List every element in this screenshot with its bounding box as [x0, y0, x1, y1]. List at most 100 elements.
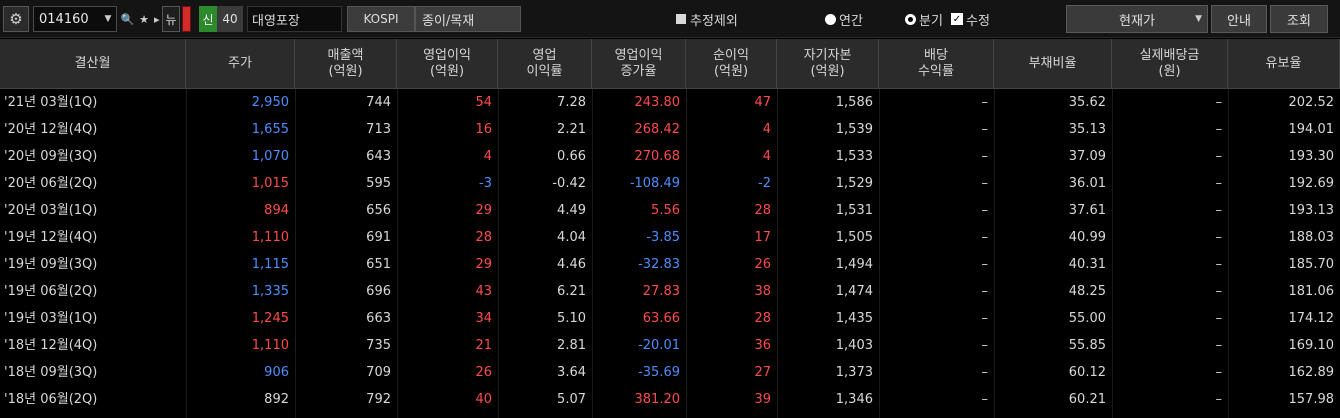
toolbar: ⚙ 014160 ▼ 🔍 ★ ▸ 뉴 신 40 대영포장 KOSPI 종이/목재… [0, 0, 1340, 38]
column-header: 매출액 (억원) [295, 39, 397, 89]
cell-ni: 26 [754, 257, 771, 272]
cell-debt: 35.13 [1068, 122, 1106, 137]
news-button[interactable]: 뉴 [162, 6, 180, 32]
table-row[interactable]: '19년 09월(3Q) 1,115 651 29 4.46 -32.83 26 1,494 –… [0, 251, 1340, 278]
settings-button[interactable]: ⚙ [3, 6, 29, 32]
quarterly-radio[interactable]: 분기 [905, 11, 943, 29]
cell-op: 29 [475, 203, 492, 218]
table-row[interactable]: '19년 12월(4Q) 1,110 691 28 4.04 -3.85 17 1,505 – 4… [0, 224, 1340, 251]
cell-op: 26 [475, 365, 492, 380]
cell-equity: 1,531 [835, 203, 873, 218]
cell-debt: 48.25 [1068, 284, 1106, 299]
cell-ni: 47 [754, 95, 771, 110]
cell-op: 21 [475, 338, 492, 353]
column-divider [1228, 89, 1229, 418]
cell-div-yield: – [981, 122, 989, 137]
cell-opg: 243.80 [634, 95, 681, 110]
adjusted-label: 수정 [966, 13, 990, 29]
cell-opm: 4.46 [557, 257, 586, 272]
table-row[interactable]: '19년 06월(2Q) 1,335 696 43 6.21 27.83 38 1,474 – 4… [0, 278, 1340, 305]
table-row[interactable]: '20년 09월(3Q) 1,070 643 4 0.66 270.68 4 1,533 – 37… [0, 143, 1340, 170]
table-row[interactable]: '18년 09월(3Q) 906 709 26 3.64 -35.69 27 1,373 – 60… [0, 359, 1340, 386]
chevron-down-icon: ▼ [1195, 14, 1202, 24]
cell-div: – [1215, 149, 1223, 164]
cell-period: '18년 09월(3Q) [4, 365, 98, 380]
column-divider [879, 89, 880, 418]
cell-equity: 1,533 [835, 149, 873, 164]
inquiry-button[interactable]: 조회 [1270, 5, 1328, 33]
cell-sales: 656 [366, 203, 391, 218]
search-icon[interactable]: 🔍 [120, 13, 134, 26]
cell-div: – [1215, 311, 1223, 326]
cell-opg: 381.20 [634, 392, 681, 407]
cell-opg: -32.83 [638, 257, 680, 272]
cell-reserve: 157.98 [1288, 392, 1335, 407]
cell-period: '20년 12월(4Q) [4, 122, 98, 137]
cell-price: 1,245 [251, 311, 289, 326]
table-row[interactable]: '18년 12월(4Q) 1,110 735 21 2.81 -20.01 36 1,403 –… [0, 332, 1340, 359]
table-row[interactable]: '20년 03월(1Q) 894 656 29 4.49 5.56 28 1,531 – 37.6… [0, 197, 1340, 224]
market-label: KOSPI [347, 6, 415, 32]
cell-equity: 1,539 [835, 122, 873, 137]
chevron-down-icon[interactable]: ▼ [99, 6, 117, 32]
cell-opm: 3.64 [557, 365, 586, 380]
guide-button[interactable]: 안내 [1211, 5, 1267, 33]
cell-debt: 40.99 [1068, 230, 1106, 245]
cell-div: – [1215, 230, 1223, 245]
cell-opg: 27.83 [642, 284, 680, 299]
column-header: 유보율 [1228, 39, 1340, 89]
cell-opg: 270.68 [634, 149, 681, 164]
cell-div-yield: – [981, 149, 989, 164]
table-row[interactable]: '18년 06월(2Q) 892 792 40 5.07 381.20 39 1,346 – 60… [0, 386, 1340, 413]
table-row[interactable]: '19년 03월(1Q) 1,245 663 34 5.10 63.66 28 1,435 – 5… [0, 305, 1340, 332]
column-header: 영업이익 증가율 [592, 39, 686, 89]
cell-period: '19년 12월(4Q) [4, 230, 98, 245]
cell-op: 28 [475, 230, 492, 245]
exclude-estimate-checkbox[interactable]: 추정제외 [676, 11, 738, 29]
price-indicator-bar [182, 6, 191, 32]
cell-equity: 1,586 [835, 95, 873, 110]
cell-opm: 2.81 [557, 338, 586, 353]
cell-sales: 691 [366, 230, 391, 245]
table-row[interactable]: '20년 12월(4Q) 1,655 713 16 2.21 268.42 4 1,539 – 3… [0, 116, 1340, 143]
column-header: 부채비율 [994, 39, 1112, 89]
more-icon[interactable]: ▸ [154, 13, 160, 26]
column-divider [777, 89, 778, 418]
price-mode-select[interactable]: 현재가 ▼ [1066, 5, 1208, 33]
cell-debt: 37.61 [1068, 203, 1106, 218]
cell-sales: 709 [366, 365, 391, 380]
cell-opg: -3.85 [646, 230, 680, 245]
adjusted-checkbox[interactable]: ✓ 수정 [951, 11, 990, 29]
column-divider [994, 89, 995, 418]
cell-equity: 1,373 [835, 365, 873, 380]
cell-div: – [1215, 338, 1223, 353]
cell-period: '21년 03월(1Q) [4, 95, 98, 110]
column-header: 자기자본 (억원) [777, 39, 879, 89]
code-tools: 🔍 ★ ▸ [118, 6, 162, 32]
cell-div: – [1215, 284, 1223, 299]
cell-price: 894 [264, 203, 289, 218]
cell-debt: 60.12 [1068, 365, 1106, 380]
cell-opg: -20.01 [638, 338, 680, 353]
table-row[interactable]: '21년 03월(1Q) 2,950 744 54 7.28 243.80 47 1,586 –… [0, 89, 1340, 116]
cell-ni: 38 [754, 284, 771, 299]
cell-reserve: 193.30 [1288, 149, 1335, 164]
cell-op: 16 [475, 122, 492, 137]
cell-debt: 35.62 [1068, 95, 1106, 110]
cell-sales: 651 [366, 257, 391, 272]
table-row[interactable]: '20년 06월(2Q) 1,015 595 -3 -0.42 -108.49 -2 1,52… [0, 170, 1340, 197]
cell-price: 906 [264, 365, 289, 380]
star-icon[interactable]: ★ [139, 13, 149, 26]
cell-opg: -35.69 [638, 365, 680, 380]
cell-opg: 268.42 [634, 122, 681, 137]
credit-badge: 신 [199, 6, 217, 32]
cell-op: 54 [475, 95, 492, 110]
cell-sales: 713 [366, 122, 391, 137]
column-header: 배당 수익률 [879, 39, 994, 89]
cell-div-yield: – [981, 392, 989, 407]
cell-period: '19년 09월(3Q) [4, 257, 98, 272]
annual-radio[interactable]: 연간 [825, 11, 863, 29]
cell-opm: 5.10 [557, 311, 586, 326]
financial-table: 결산월 주가 매출액 (억원) 영업이익 (억원) 영업 이익률 영업이익 증가율 순이익 … [0, 39, 1340, 413]
cell-sales: 663 [366, 311, 391, 326]
